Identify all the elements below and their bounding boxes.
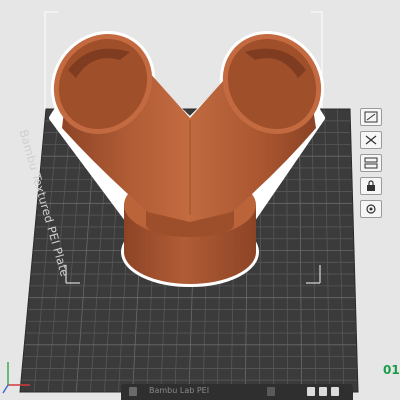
arrange-icon (364, 111, 378, 123)
auto-orient-button[interactable] (360, 131, 382, 149)
plate-mark-icon (267, 387, 275, 396)
settings-icon (366, 204, 376, 214)
delete-plate-icon[interactable] (307, 387, 315, 396)
plate-toolbar (360, 108, 384, 218)
plate-bottom-bar: Bambu Lab PEI (121, 384, 353, 400)
plate-options-icon[interactable] (319, 387, 327, 396)
arrange-button[interactable] (360, 108, 382, 126)
layers-button[interactable] (360, 154, 382, 172)
plate-number-indicator: 01 (383, 363, 400, 377)
plate-bar-label: Bambu Lab PEI (149, 386, 210, 395)
auto-orient-icon (365, 135, 377, 145)
plate-settings-button[interactable] (360, 200, 382, 218)
plate-type-icon (129, 387, 137, 396)
plate-lock-icon[interactable] (331, 387, 339, 396)
layers-icon (364, 157, 378, 169)
lock-icon (367, 180, 375, 191)
3d-viewport[interactable]: Bambu Textured PEI Plate (0, 0, 400, 400)
lock-button[interactable] (360, 177, 382, 195)
scene (2, 11, 359, 394)
